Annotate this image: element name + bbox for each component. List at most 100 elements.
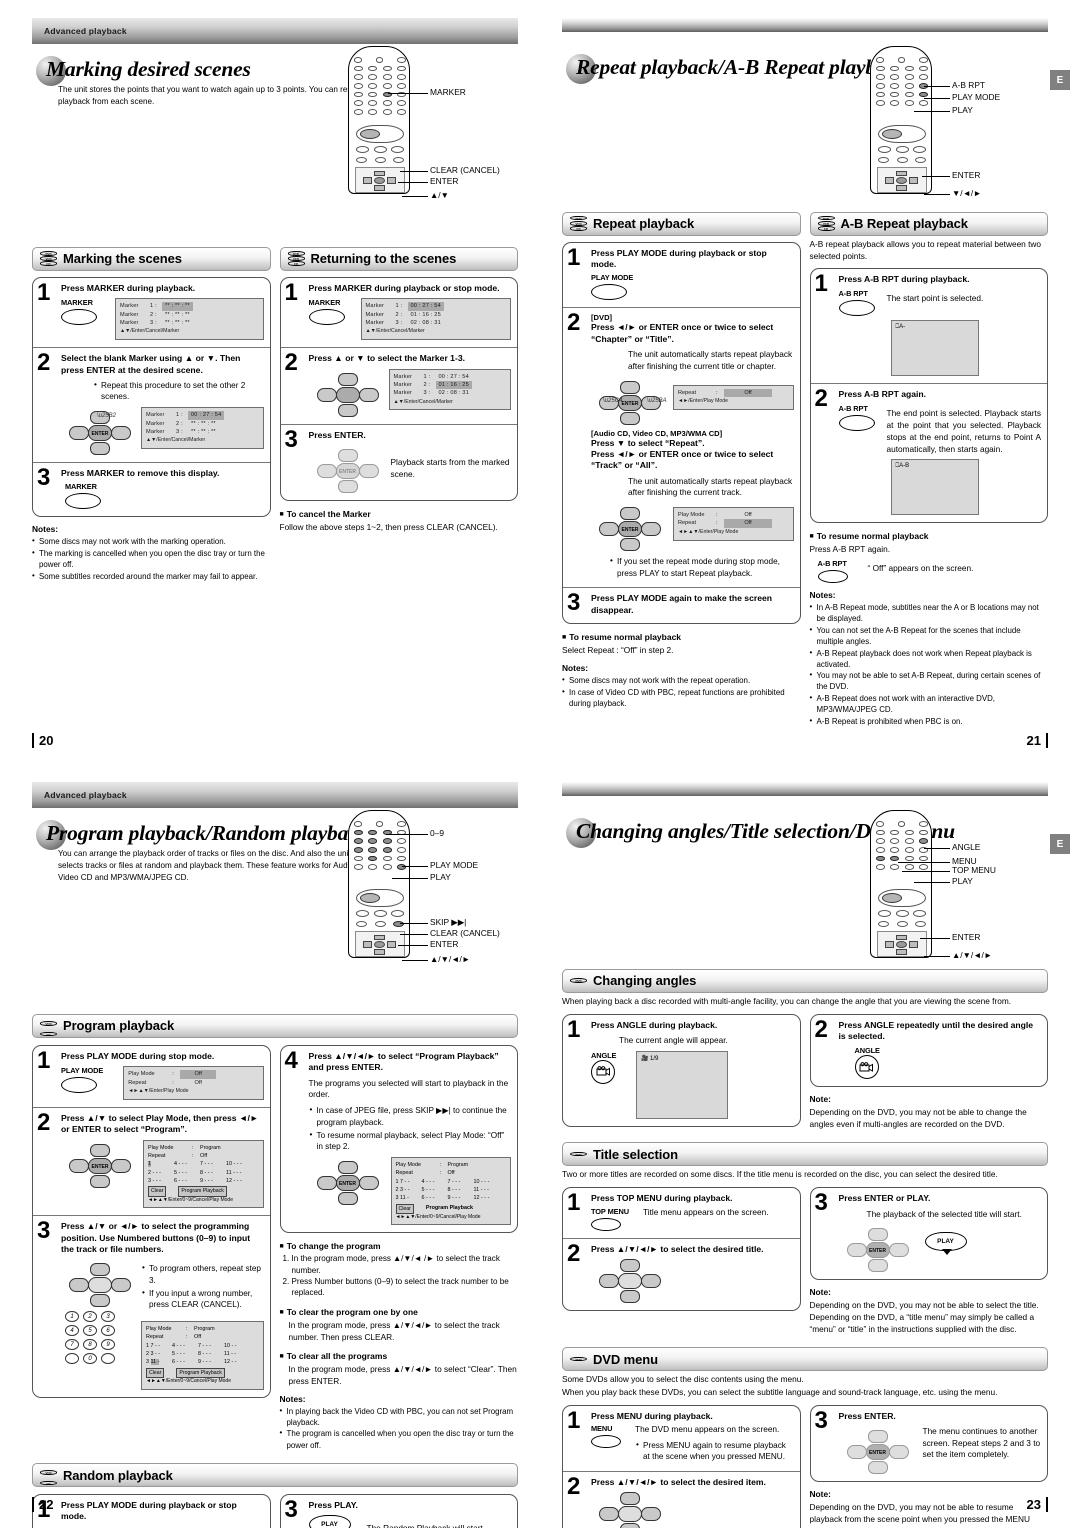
button-ab-rpt: A-B RPT — [817, 559, 848, 584]
cancel-marker-text: Follow the above steps 1~2, then press C… — [279, 521, 498, 532]
step-2: 2 Press ▲ or ▼ to select the Marker 1-3.… — [280, 348, 517, 425]
angles-note-text: Depending on the DVD, you may not be abl… — [809, 1107, 1027, 1130]
subheading-ab-resume: To resume normal playback — [810, 531, 1049, 541]
remote-body — [870, 46, 932, 194]
title-note-text: Depending on the DVD, you may not be abl… — [809, 1300, 1039, 1335]
remote-play-key — [882, 129, 902, 139]
button-play-mode: PLAY MODE — [591, 273, 794, 301]
step-title: Press MARKER during playback. — [61, 282, 196, 293]
steps-dvdmenu-right: 3 Press ENTER. ENTER The menu continues … — [809, 1404, 1048, 1482]
step-number: 1 — [567, 1189, 581, 1217]
feature-title: A-B Repeat playback — [840, 216, 969, 232]
page-20: Advanced playback Marking desired scenes… — [0, 0, 540, 764]
step-text: The start point is selected. — [886, 292, 984, 303]
title-selection-lead: Two or more titles are recorded on some … — [562, 1169, 998, 1180]
ab-rpt-button-shape — [817, 570, 848, 584]
step-title: Press ◄/► or ENTER once or twice to sele… — [591, 322, 774, 344]
column-returning-scenes: DVD VCD CD Returning to the scenes 1 Press… — [279, 237, 519, 533]
feature-title: Repeat playback — [593, 216, 695, 232]
osd-marker-list: Marker 1 : ** : ** : ** Marker 2 : ** : ** :… — [115, 298, 264, 341]
step-3: 3 Press ENTER or PLAY. The playback of t… — [811, 1188, 1048, 1279]
step-number: 2 — [567, 1239, 581, 1267]
running-head-22: Advanced playback — [32, 782, 518, 808]
column-marking-scenes: DVD VCD CD Marking the scenes 1 Press MARK… — [32, 237, 271, 582]
step-2: 2 Press ▲/▼/◄/► to select the desired ti… — [563, 1239, 800, 1310]
step-title: Press ▲/▼/◄/► to select the desired titl… — [591, 1243, 764, 1254]
step-number: 3 — [37, 464, 51, 492]
remote-cursor-pad — [363, 934, 397, 956]
title-selection-columns: 1 Press TOP MENU during playback. TOP ME… — [562, 1187, 1048, 1335]
button-menu: MENU — [591, 1424, 621, 1448]
section-title-block-20: Marking desired scenes The unit stores t… — [32, 56, 518, 108]
remote-play-key — [360, 129, 380, 139]
disc-type-icon: DVD VCD CD — [40, 251, 58, 267]
screen-tag: ⎕A-B — [895, 463, 910, 470]
step-number: 1 — [567, 1406, 581, 1434]
page-number: 22 — [32, 1497, 53, 1512]
cursor-pad-graphic — [599, 1259, 661, 1303]
tv-screen-a: ⎕A- — [890, 319, 979, 376]
subheading-cancel-marker: To cancel the Marker — [280, 509, 519, 519]
menu-key-highlight — [876, 855, 885, 862]
callout-numeric: 0–9 — [430, 828, 444, 838]
step-1: 1 Press MARKER during playback or stop m… — [280, 278, 517, 349]
step-title: Press PLAY MODE again to make the screen… — [591, 593, 773, 615]
cursor-pad-graphic: ENTER — [69, 1143, 131, 1188]
step-3: 3 Press PLAY MODE again to make the scre… — [563, 588, 800, 623]
step-2: 2 Press ▲/▼ to select Play Mode, then pr… — [33, 1108, 270, 1217]
step-title: Press A-B RPT again. — [838, 388, 927, 399]
remote-cursor-pad — [885, 934, 919, 956]
random-playback-columns: 1 Press PLAY MODE during playback or sto… — [32, 1494, 518, 1528]
osd-play-mode-repeat: Play Mode: Off Repeat: Off ◄►▲▼/Enter/Play… — [673, 507, 794, 541]
step-title: Press ▲/▼ to select Play Mode, then pres… — [61, 1112, 259, 1135]
callout-updown: ▲/▼ — [430, 190, 449, 200]
callout-clear-cancel: CLEAR (CANCEL) — [430, 165, 500, 175]
dvd-menu-note-text: Depending on the DVD, you may not be abl… — [809, 1501, 1030, 1528]
callout-cursor: ▲/▼/◄/► — [952, 950, 993, 960]
screen-tag: ⎕A- — [895, 323, 906, 330]
feature-title: DVD menu — [593, 1351, 658, 1367]
callout-clear-cancel: CLEAR (CANCEL) — [430, 928, 500, 938]
steps-random-right: 3 Press PLAY. PLAY The Random Playback w… — [279, 1494, 518, 1528]
running-head-20: Advanced playback — [32, 18, 518, 44]
notes-list: In playing back the Video CD with PBC, y… — [280, 1405, 519, 1451]
remote-row-3 — [878, 157, 926, 163]
callout-play: PLAY — [952, 105, 973, 115]
remote-keypad — [876, 57, 928, 109]
callout-cursor: ▼/◄/► — [952, 188, 982, 198]
top-menu-button-shape — [591, 1217, 621, 1231]
section-title-block-23: Changing angles/Title selection/DVD menu — [562, 818, 1048, 848]
page-23: E Changing angles/Title selection/DVD me… — [540, 764, 1080, 1528]
angle-button-shape — [854, 1055, 879, 1080]
step-1: 1 Press MARKER during playback. MARKER M… — [33, 278, 270, 349]
callout-skip: SKIP ▶▶| — [430, 917, 467, 927]
page-title: Marking desired scenes — [46, 57, 251, 81]
step-number: 1 — [567, 243, 581, 271]
step-number: 3 — [284, 1496, 298, 1524]
steps-angle-2: 2 Press ANGLE repeatedly until the desir… — [809, 1013, 1048, 1088]
step-title: Press PLAY MODE during stop mode. — [61, 1050, 215, 1061]
disc-type-icon: DVD VCD CD — [570, 215, 588, 232]
step-text: Title menu appears on the screen. — [642, 1206, 769, 1217]
page-number: 21 — [1027, 733, 1048, 748]
step-text: The unit automatically starts repeat pla… — [628, 348, 793, 371]
step-2: 2 Press A-B RPT again. A-B RPT The end p… — [811, 384, 1048, 522]
disc-type-icon: VCD CD — [40, 1015, 58, 1037]
step-title: Press A-B RPT during playback. — [838, 273, 970, 284]
column-angle-step-1: 1 Press ANGLE during playback. The curre… — [562, 1013, 801, 1127]
subheading-resume-normal: To resume normal playback — [562, 632, 801, 642]
callout-play-mode: PLAY MODE — [430, 860, 479, 870]
remote-row-2 — [878, 146, 926, 153]
remote-play-key — [882, 893, 902, 903]
column-repeat-playback: DVD VCD CD Repeat playback 1 Press PLAY MO… — [562, 202, 801, 710]
callout-angle: ANGLE — [952, 842, 981, 852]
feature-header-changing-angles: DVD Changing angles — [562, 968, 1048, 993]
button-angle: ANGLE — [591, 1051, 616, 1084]
page-22: Advanced playback Program playback/Rando… — [0, 764, 540, 1528]
play-mode-button-shape — [61, 1077, 97, 1094]
feature-title: Title selection — [593, 1146, 678, 1162]
page20-columns: DVD VCD CD Marking the scenes 1 Press MARK… — [32, 237, 518, 582]
osd-program-grid: Play Mode: Program Repeat: Off 14 - - -7 -… — [143, 1139, 264, 1209]
remote-illustration-21: A-B RPT PLAY MODE PLAY ENTER ▼/◄/► — [870, 46, 1000, 198]
callout-play: PLAY — [430, 872, 451, 882]
